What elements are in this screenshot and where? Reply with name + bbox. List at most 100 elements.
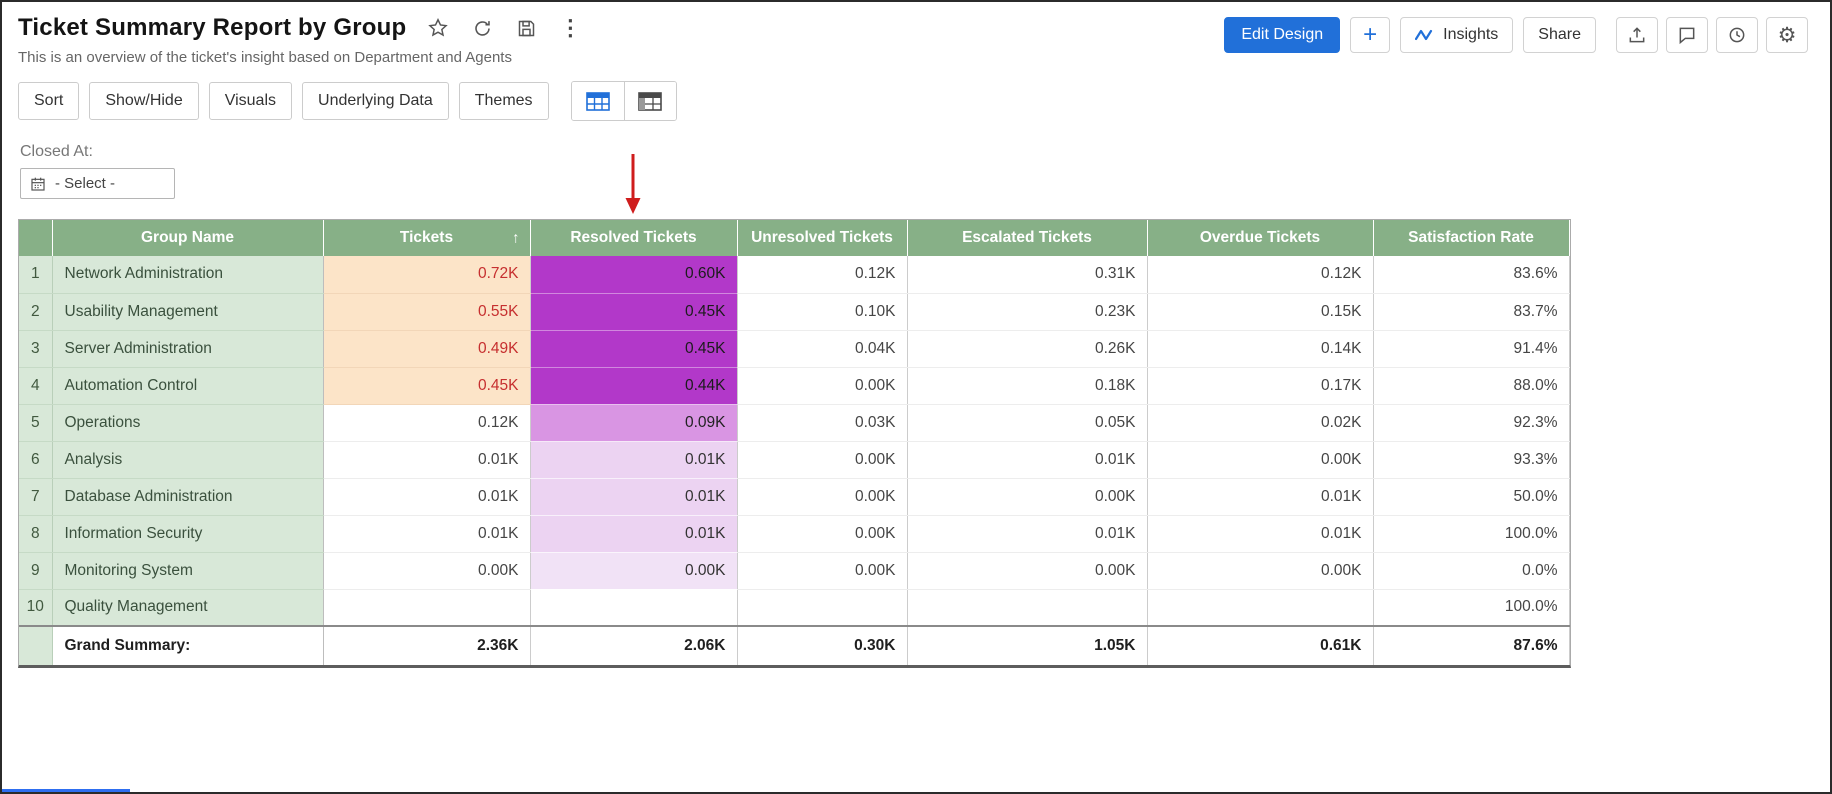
settings-button[interactable]: ⚙ xyxy=(1766,17,1808,53)
save-icon[interactable] xyxy=(514,16,538,40)
cell-group-name[interactable]: Monitoring System xyxy=(52,552,323,589)
column-header-satisfaction-rate[interactable]: Satisfaction Rate xyxy=(1373,220,1569,256)
cell-group-name[interactable]: Operations xyxy=(52,404,323,441)
cell-group-name[interactable]: Database Administration xyxy=(52,478,323,515)
refresh-icon[interactable] xyxy=(470,16,494,40)
cell-overdue[interactable]: 0.17K xyxy=(1147,367,1373,404)
cell-group-name[interactable]: Automation Control xyxy=(52,367,323,404)
table-row: 6Analysis0.01K0.01K0.00K0.01K0.00K93.3% xyxy=(19,441,1569,478)
share-button[interactable]: Share xyxy=(1523,17,1596,53)
column-header-group-name[interactable]: Group Name xyxy=(52,220,323,256)
cell-tickets[interactable]: 0.45K xyxy=(323,367,530,404)
visuals-button[interactable]: Visuals xyxy=(209,82,292,120)
cell-overdue[interactable]: 0.01K xyxy=(1147,478,1373,515)
cell-overdue[interactable]: 0.00K xyxy=(1147,441,1373,478)
cell-satisfaction[interactable]: 0.0% xyxy=(1373,552,1569,589)
cell-escalated[interactable]: 0.05K xyxy=(907,404,1147,441)
cell-unresolved[interactable]: 0.00K xyxy=(737,478,907,515)
cell-group-name[interactable]: Network Administration xyxy=(52,256,323,293)
cell-tickets[interactable]: 0.00K xyxy=(323,552,530,589)
cell-escalated[interactable]: 0.00K xyxy=(907,478,1147,515)
column-header-unresolved-tickets[interactable]: Unresolved Tickets xyxy=(737,220,907,256)
cell-tickets[interactable] xyxy=(323,589,530,626)
add-button[interactable]: + xyxy=(1350,17,1390,53)
cell-unresolved[interactable]: 0.04K xyxy=(737,330,907,367)
cell-unresolved[interactable]: 0.00K xyxy=(737,367,907,404)
export-button[interactable] xyxy=(1616,17,1658,53)
cell-escalated[interactable]: 0.00K xyxy=(907,552,1147,589)
pivot-view-button[interactable] xyxy=(624,82,676,120)
column-header-overdue-tickets[interactable]: Overdue Tickets xyxy=(1147,220,1373,256)
cell-resolved[interactable]: 0.45K xyxy=(530,293,737,330)
cell-group-name[interactable]: Usability Management xyxy=(52,293,323,330)
cell-overdue[interactable]: 0.12K xyxy=(1147,256,1373,293)
cell-group-name[interactable]: Server Administration xyxy=(52,330,323,367)
cell-satisfaction[interactable]: 100.0% xyxy=(1373,515,1569,552)
cell-resolved[interactable]: 0.09K xyxy=(530,404,737,441)
star-icon[interactable] xyxy=(426,16,450,40)
cell-unresolved[interactable]: 0.12K xyxy=(737,256,907,293)
cell-resolved[interactable]: 0.44K xyxy=(530,367,737,404)
alerts-button[interactable] xyxy=(1716,17,1758,53)
cell-group-name[interactable]: Quality Management xyxy=(52,589,323,626)
cell-satisfaction[interactable]: 50.0% xyxy=(1373,478,1569,515)
cell-resolved[interactable]: 0.01K xyxy=(530,478,737,515)
cell-escalated[interactable]: 0.01K xyxy=(907,441,1147,478)
cell-escalated[interactable]: 0.01K xyxy=(907,515,1147,552)
cell-unresolved[interactable]: 0.00K xyxy=(737,441,907,478)
cell-unresolved[interactable]: 0.10K xyxy=(737,293,907,330)
cell-group-name[interactable]: Analysis xyxy=(52,441,323,478)
cell-satisfaction[interactable]: 83.7% xyxy=(1373,293,1569,330)
underlying-data-button[interactable]: Underlying Data xyxy=(302,82,449,120)
cell-tickets[interactable]: 0.49K xyxy=(323,330,530,367)
cell-satisfaction[interactable]: 100.0% xyxy=(1373,589,1569,626)
cell-overdue[interactable] xyxy=(1147,589,1373,626)
cell-satisfaction[interactable]: 83.6% xyxy=(1373,256,1569,293)
cell-unresolved[interactable] xyxy=(737,589,907,626)
cell-unresolved[interactable]: 0.00K xyxy=(737,515,907,552)
cell-tickets[interactable]: 0.72K xyxy=(323,256,530,293)
cell-escalated[interactable]: 0.31K xyxy=(907,256,1147,293)
more-vertical-icon[interactable]: ⋮ xyxy=(558,16,582,40)
column-header-resolved-tickets[interactable]: Resolved Tickets xyxy=(530,220,737,256)
cell-escalated[interactable]: 0.23K xyxy=(907,293,1147,330)
cell-resolved[interactable]: 0.00K xyxy=(530,552,737,589)
cell-escalated[interactable]: 0.18K xyxy=(907,367,1147,404)
cell-resolved[interactable] xyxy=(530,589,737,626)
cell-tickets[interactable]: 0.55K xyxy=(323,293,530,330)
show-hide-button[interactable]: Show/Hide xyxy=(89,82,198,120)
cell-unresolved[interactable]: 0.03K xyxy=(737,404,907,441)
table-view-button[interactable] xyxy=(572,82,624,120)
cell-satisfaction[interactable]: 91.4% xyxy=(1373,330,1569,367)
cell-unresolved[interactable]: 0.00K xyxy=(737,552,907,589)
themes-button[interactable]: Themes xyxy=(459,82,549,120)
insights-button[interactable]: Insights xyxy=(1400,17,1513,53)
cell-satisfaction[interactable]: 92.3% xyxy=(1373,404,1569,441)
cell-overdue[interactable]: 0.15K xyxy=(1147,293,1373,330)
cell-escalated[interactable] xyxy=(907,589,1147,626)
cell-group-name[interactable]: Information Security xyxy=(52,515,323,552)
cell-overdue[interactable]: 0.00K xyxy=(1147,552,1373,589)
cell-resolved[interactable]: 0.01K xyxy=(530,441,737,478)
cell-resolved[interactable]: 0.45K xyxy=(530,330,737,367)
cell-tickets[interactable]: 0.12K xyxy=(323,404,530,441)
closed-at-select[interactable]: - Select - xyxy=(20,168,175,199)
sort-button[interactable]: Sort xyxy=(18,82,79,120)
cell-resolved[interactable]: 0.60K xyxy=(530,256,737,293)
edit-design-button[interactable]: Edit Design xyxy=(1224,17,1340,53)
cell-tickets[interactable]: 0.01K xyxy=(323,441,530,478)
cell-tickets[interactable]: 0.01K xyxy=(323,515,530,552)
cell-satisfaction[interactable]: 88.0% xyxy=(1373,367,1569,404)
cell-overdue[interactable]: 0.14K xyxy=(1147,330,1373,367)
cell-resolved[interactable]: 0.01K xyxy=(530,515,737,552)
cell-tickets[interactable]: 0.01K xyxy=(323,478,530,515)
column-label: Escalated Tickets xyxy=(962,229,1092,246)
column-header-tickets[interactable]: Tickets↑ xyxy=(323,220,530,256)
cell-escalated[interactable]: 0.26K xyxy=(907,330,1147,367)
cell-overdue[interactable]: 0.02K xyxy=(1147,404,1373,441)
column-header-escalated-tickets[interactable]: Escalated Tickets xyxy=(907,220,1147,256)
cell-overdue[interactable]: 0.01K xyxy=(1147,515,1373,552)
comment-button[interactable] xyxy=(1666,17,1708,53)
table-row: 5Operations0.12K0.09K0.03K0.05K0.02K92.3… xyxy=(19,404,1569,441)
cell-satisfaction[interactable]: 93.3% xyxy=(1373,441,1569,478)
